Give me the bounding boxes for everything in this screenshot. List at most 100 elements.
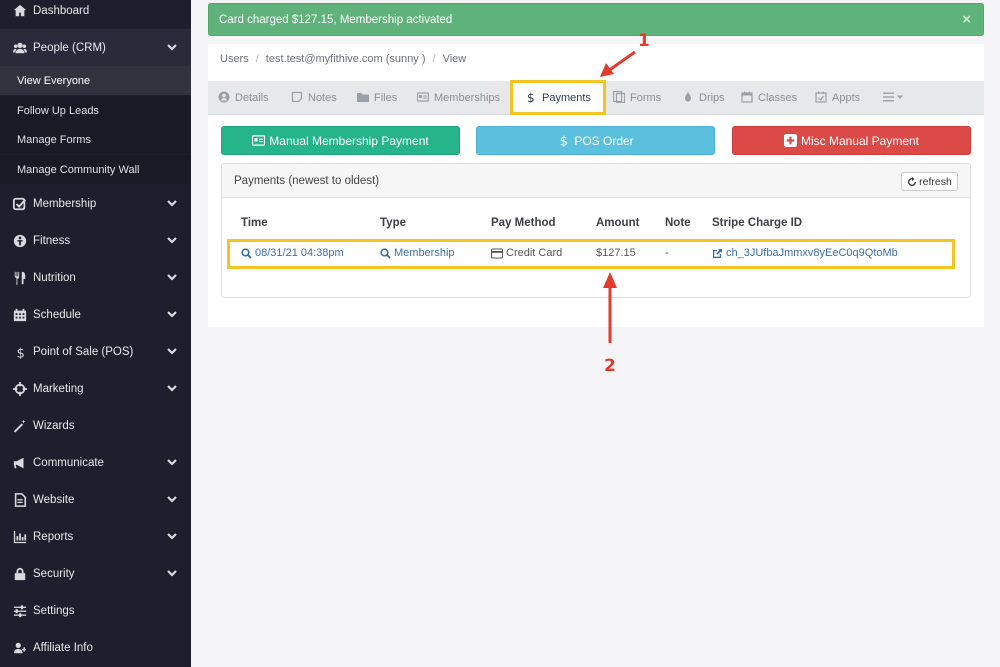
main-content: Card charged $127.15, Membership activat… [192, 0, 1000, 667]
lock-icon [11, 565, 29, 583]
sliders-icon [11, 602, 29, 620]
chevron-down-icon [167, 272, 177, 282]
svg-text:$: $ [17, 346, 25, 359]
chevron-down-icon [167, 309, 177, 319]
home-icon [11, 2, 29, 20]
chevron-down-icon [167, 531, 177, 541]
annotation-number-1: 1 [638, 31, 650, 51]
sidebar-item-schedule[interactable]: Schedule [0, 296, 191, 333]
bullhorn-icon [11, 454, 29, 472]
pos-order-button[interactable]: $ POS Order [476, 126, 715, 155]
search-icon [241, 247, 252, 259]
misc-manual-payment-button[interactable]: Misc Manual Payment [732, 126, 971, 155]
breadcrumb-users[interactable]: Users [220, 53, 249, 65]
sidebar-item-reports[interactable]: Reports [0, 518, 191, 555]
breadcrumb: Users / test.test@myfithive.com (sunny )… [220, 53, 467, 65]
bar-chart-icon [11, 528, 29, 546]
affiliate-icon [11, 639, 29, 657]
sidebar-item-communicate[interactable]: Communicate [0, 444, 191, 481]
dollar-icon: $ [11, 343, 29, 361]
tab-forms[interactable]: Forms [613, 81, 661, 115]
fitness-icon [11, 232, 29, 250]
payment-type-link[interactable]: Membership [380, 247, 455, 259]
chevron-down-icon [167, 494, 177, 504]
file-icon [11, 491, 29, 509]
svg-text:$: $ [560, 135, 568, 147]
sidebar: Dashboard People (CRM) View Everyone Fol… [0, 0, 191, 667]
magic-wand-icon [11, 417, 29, 435]
annotation-number-2: 2 [604, 356, 616, 376]
sidebar-item-fitness[interactable]: Fitness [0, 222, 191, 259]
check-square-icon [11, 195, 29, 213]
tab-more-menu[interactable] [883, 81, 910, 115]
plus-square-icon [783, 134, 797, 147]
tab-memberships[interactable]: Memberships [417, 81, 500, 115]
column-header-pay-method: Pay Method [491, 217, 556, 229]
payment-note: - [665, 247, 669, 259]
column-header-note: Note [665, 217, 691, 229]
sidebar-subitem-view-everyone[interactable]: View Everyone [0, 66, 191, 95]
stripe-charge-link[interactable]: ch_3JUfbaJmmxv8yEeC0q9QtoMb [712, 247, 898, 259]
external-link-icon [713, 248, 722, 258]
payments-title: Payments (newest to oldest) [234, 174, 380, 187]
sidebar-item-membership[interactable]: Membership [0, 185, 191, 222]
id-card-icon [252, 135, 266, 146]
chevron-down-icon [167, 568, 177, 578]
user-circle-icon [218, 91, 232, 105]
tab-classes[interactable]: Classes [741, 81, 797, 115]
breadcrumb-view: View [442, 53, 467, 65]
chevron-down-icon [167, 235, 177, 245]
refresh-button[interactable]: refresh [901, 172, 958, 191]
sidebar-item-security[interactable]: Security [0, 555, 191, 592]
cutlery-icon [11, 269, 29, 287]
sidebar-item-dashboard[interactable]: Dashboard [0, 0, 191, 29]
sidebar-subitem-manage-forms[interactable]: Manage Forms [0, 125, 191, 154]
alert-message: Card charged $127.15, Membership activat… [219, 13, 453, 26]
folder-icon [357, 91, 371, 105]
calendar-icon [11, 306, 29, 324]
tab-drips[interactable]: Drips [682, 81, 725, 115]
sidebar-item-people[interactable]: People (CRM) [0, 29, 191, 66]
dollar-icon: $ [560, 135, 568, 147]
sidebar-item-affiliate-info[interactable]: Affiliate Info [0, 629, 191, 666]
credit-card-icon [491, 247, 503, 259]
note-icon [291, 91, 305, 105]
calendar-check-icon [815, 91, 829, 105]
sidebar-item-marketing[interactable]: Marketing [0, 370, 191, 407]
calendar-icon [741, 91, 755, 105]
refresh-icon [908, 176, 917, 186]
column-header-amount: Amount [596, 217, 640, 229]
chevron-down-icon [167, 383, 177, 393]
sidebar-item-pos[interactable]: $ Point of Sale (POS) [0, 333, 191, 370]
payments-card-header: Payments (newest to oldest) refresh [222, 164, 970, 198]
id-card-icon [417, 91, 431, 105]
alert-close-button[interactable]: × [962, 11, 971, 28]
column-header-stripe-charge-id: Stripe Charge ID [712, 217, 803, 229]
payment-time-link[interactable]: 08/31/21 04:38pm [241, 247, 344, 259]
menu-dropdown-icon [883, 91, 907, 105]
sidebar-item-settings[interactable]: Settings [0, 592, 191, 629]
success-alert: Card charged $127.15, Membership activat… [208, 3, 984, 36]
tab-notes[interactable]: Notes [291, 81, 337, 115]
svg-text:$: $ [527, 91, 535, 103]
manual-membership-payment-button[interactable]: Manual Membership Payment [221, 126, 460, 155]
tab-appts[interactable]: Appts [815, 81, 860, 115]
users-icon [11, 39, 29, 57]
column-header-time: Time [241, 217, 268, 229]
chevron-down-icon [167, 346, 177, 356]
sidebar-item-website[interactable]: Website [0, 481, 191, 518]
sidebar-subitem-community-wall[interactable]: Manage Community Wall [0, 155, 191, 184]
tab-files[interactable]: Files [357, 81, 397, 115]
tab-details[interactable]: Details [218, 81, 269, 115]
sidebar-subitem-follow-up-leads[interactable]: Follow Up Leads [0, 96, 191, 125]
user-panel: Users / test.test@myfithive.com (sunny )… [208, 44, 984, 327]
sidebar-item-wizards[interactable]: Wizards [0, 407, 191, 444]
column-header-type: Type [380, 217, 406, 229]
user-tabs: Details Notes Files Memberships $ Paymen… [208, 80, 984, 115]
sidebar-item-nutrition[interactable]: Nutrition [0, 259, 191, 296]
search-icon [380, 247, 391, 259]
breadcrumb-user[interactable]: test.test@myfithive.com (sunny ) [266, 53, 426, 65]
dollar-icon: $ [525, 91, 539, 105]
tab-payments[interactable]: $ Payments [510, 80, 606, 115]
payment-amount: $127.15 [596, 247, 636, 259]
